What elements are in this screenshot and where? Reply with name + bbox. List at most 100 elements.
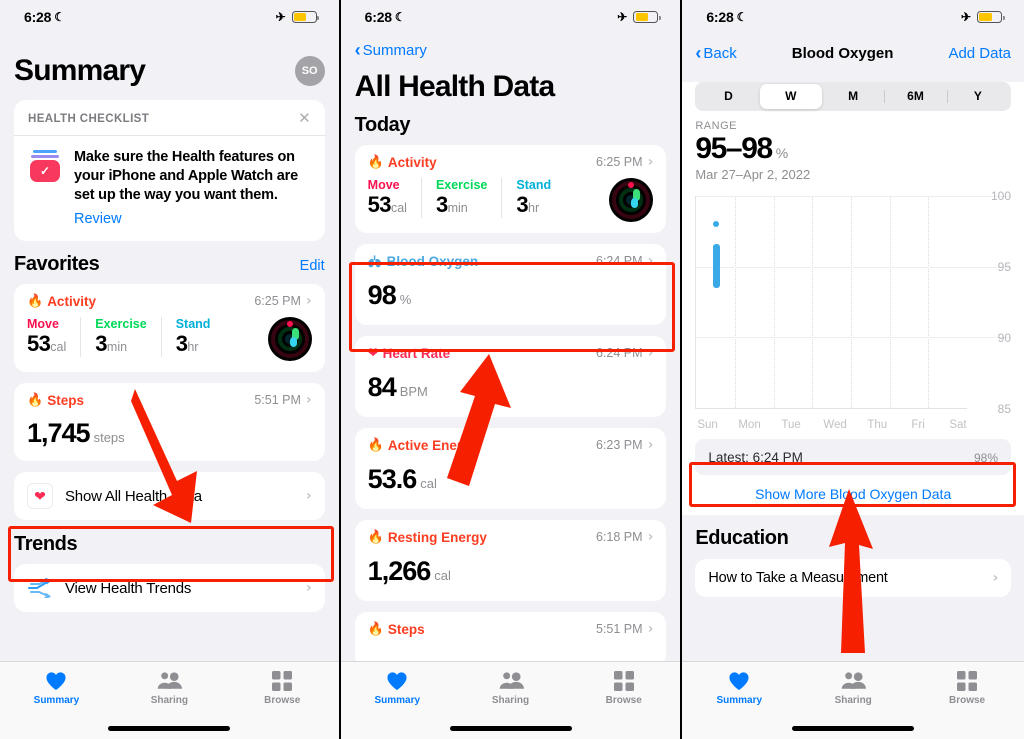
show-all-health-data-row[interactable]: ❤ Show All Health Data ›: [14, 472, 325, 521]
panel-summary: 6:28 ☾ ✈ Summary SO HEALTH CHECKLIST ✕ ✓…: [0, 0, 341, 739]
row-blood-oxygen-metric: 98 %: [368, 280, 654, 311]
tab-sharing[interactable]: Sharing: [454, 671, 567, 706]
segment-d[interactable]: D: [697, 84, 759, 109]
heart-icon: ❤: [27, 483, 53, 510]
row-resting-energy-meta: 6:18 PM ›: [596, 529, 653, 545]
tab-browse[interactable]: Browse: [910, 671, 1024, 706]
x-tick-tue: Tue: [781, 419, 801, 431]
row-steps-label: Steps: [387, 621, 425, 637]
tab-summary[interactable]: Summary: [341, 671, 454, 706]
x-tick-sat: Sat: [949, 419, 967, 431]
row-resting-energy[interactable]: 🔥 Resting Energy 6:18 PM › 1,266 cal: [354, 520, 667, 601]
row-blood-oxygen-title-group: Blood Oxygen: [367, 254, 478, 269]
activity-label: Activity: [47, 293, 96, 309]
activity-stats: Move 53cal Exercise 3min Stand 3hr: [27, 309, 312, 362]
row-heart-rate-unit: BPM: [399, 384, 428, 399]
activity-card[interactable]: 🔥 Activity 6:25 PM › Move 53cal Exercise…: [14, 284, 325, 373]
row-resting-energy-value: 1,266: [367, 556, 432, 586]
row-activity-label: Activity: [387, 154, 437, 170]
tab-browse[interactable]: Browse: [567, 671, 680, 706]
segment-y[interactable]: Y: [946, 84, 1009, 109]
close-icon[interactable]: ✕: [298, 111, 311, 126]
row-heart-rate-title-group: ❤ Heart Rate: [368, 345, 450, 361]
tab-sharing-label: Sharing: [150, 695, 188, 706]
y-tick-85: 85: [997, 402, 1012, 416]
stat-move-unit: cal: [390, 201, 407, 215]
latest-value-group: 98%: [974, 450, 998, 465]
chevron-right-icon: ›: [647, 437, 654, 453]
flame-icon: 🔥: [27, 392, 44, 408]
screenshot-stage: 6:28 ☾ ✈ Summary SO HEALTH CHECKLIST ✕ ✓…: [0, 0, 1024, 739]
tab-sharing-label: Sharing: [491, 695, 530, 706]
tab-bar: Summary Sharing Browse: [0, 661, 339, 739]
airplane-mode-icon: ✈: [617, 10, 628, 24]
tab-browse[interactable]: Browse: [226, 671, 339, 706]
segment-w[interactable]: W: [759, 84, 822, 109]
row-heart-rate-meta: 6:24 PM ›: [596, 345, 653, 361]
flame-icon: 🔥: [367, 621, 384, 636]
row-activity[interactable]: 🔥 Activity 6:25 PM › Move 53cal Exercise…: [354, 145, 667, 233]
flame-icon: 🔥: [367, 437, 384, 452]
tab-summary[interactable]: Summary: [0, 671, 113, 706]
show-more-blood-oxygen-data-link[interactable]: Show More Blood Oxygen Data: [682, 475, 1024, 515]
steps-metric: 1,745 steps: [27, 418, 312, 449]
tab-sharing[interactable]: Sharing: [113, 671, 226, 706]
row-blood-oxygen-meta: 6:24 PM ›: [596, 253, 653, 269]
tab-summary-label: Summary: [716, 695, 763, 706]
education-heading: Education: [695, 527, 789, 549]
stat-move-label: Move: [367, 178, 400, 192]
stat-exercise: Exercise 3min: [80, 317, 160, 358]
flame-icon: 🔥: [367, 154, 384, 169]
chevron-right-icon: ›: [647, 154, 654, 170]
stat-stand-label: Stand: [175, 317, 211, 332]
steps-label: Steps: [47, 392, 84, 408]
trends-arrows-icon: [28, 578, 51, 599]
activity-rings-icon: [267, 317, 312, 362]
edit-button[interactable]: Edit: [300, 258, 325, 274]
time-range-segmented-control[interactable]: D W M 6M Y: [695, 82, 1012, 111]
tab-summary[interactable]: Summary: [682, 671, 796, 706]
avatar[interactable]: SO: [294, 56, 325, 86]
trends-inner: View Health Trends ›: [14, 564, 325, 612]
show-all-inner: ❤ Show All Health Data ›: [14, 472, 325, 520]
activity-time: 6:25 PM: [254, 294, 301, 309]
x-tick-thu: Thu: [867, 419, 888, 431]
section-today: Today: [354, 114, 411, 136]
segment-m[interactable]: M: [822, 84, 884, 109]
row-heart-rate-label: Heart Rate: [382, 345, 451, 361]
back-to-summary-button[interactable]: ‹ Summary: [355, 38, 667, 62]
grid-icon: [613, 671, 634, 691]
home-indicator: [449, 726, 572, 731]
flame-icon: 🔥: [367, 529, 384, 544]
stat-stand: Stand 3hr: [160, 317, 225, 358]
stat-stand-unit: hr: [187, 340, 199, 355]
row-active-energy-label: Active Energy: [387, 437, 478, 453]
detail-sheet: D W M 6M Y RANGE 95–98 % Mar 27–Apr 2, 2…: [682, 82, 1024, 739]
chevron-right-icon: ›: [647, 345, 654, 361]
row-active-energy[interactable]: 🔥 Active Energy 6:23 PM › 53.6 cal: [354, 428, 667, 509]
tab-sharing[interactable]: Sharing: [796, 671, 910, 706]
row-blood-oxygen-value: 98: [367, 280, 397, 310]
tab-bar: Summary Sharing Browse: [682, 661, 1024, 739]
battery-icon: [633, 11, 661, 23]
x-tick-fri: Fri: [911, 419, 925, 431]
stat-exercise-unit: min: [106, 340, 128, 355]
trends-row[interactable]: View Health Trends ›: [14, 564, 325, 613]
education-row[interactable]: How to Take a Measurement ›: [695, 559, 1012, 597]
row-heart-rate-time: 6:24 PM: [596, 346, 643, 360]
activity-rings-icon: [609, 178, 654, 222]
back-button[interactable]: ‹ Back: [695, 44, 736, 62]
trends-icon: [27, 575, 53, 601]
steps-row-header: 🔥 Steps 5:51 PM ›: [27, 392, 312, 408]
row-blood-oxygen[interactable]: Blood Oxygen 6:24 PM › 98 %: [354, 244, 667, 325]
add-data-button[interactable]: Add Data: [948, 45, 1011, 62]
steps-card[interactable]: 🔥 Steps 5:51 PM › 1,745 steps: [14, 383, 325, 462]
segment-6m[interactable]: 6M: [884, 84, 946, 109]
education-section: Education How to Take a Measurement ›: [682, 515, 1024, 685]
home-indicator: [792, 726, 915, 731]
row-steps[interactable]: 🔥 Steps 5:51 PM ›: [354, 612, 667, 667]
row-active-energy-meta: 6:23 PM ›: [596, 437, 653, 453]
review-link[interactable]: Review: [74, 211, 122, 227]
row-heart-rate[interactable]: ❤ Heart Rate 6:24 PM › 84 BPM: [354, 336, 667, 417]
latest-value: 98: [973, 450, 988, 465]
